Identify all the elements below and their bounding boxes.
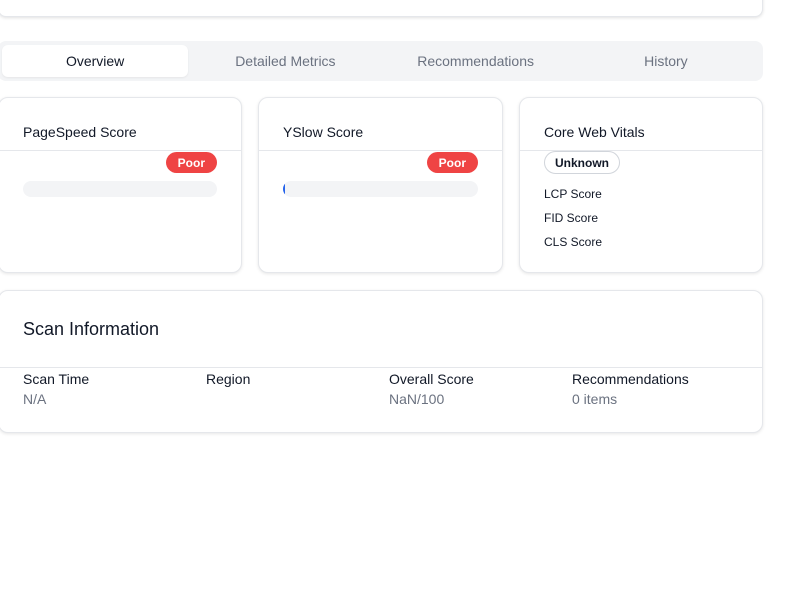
- overall-score-field: Overall Score NaN/100: [389, 371, 569, 407]
- scan-information-card: Scan Information Scan Time N/A Region Ov…: [0, 290, 763, 433]
- tab-recommendations[interactable]: Recommendations: [383, 45, 569, 77]
- region-label: Region: [206, 371, 251, 387]
- overall-score-label: Overall Score: [389, 371, 474, 387]
- yslow-status-badge: Poor: [426, 152, 478, 173]
- card-divider: [0, 150, 241, 151]
- yslow-title: YSlow Score: [283, 124, 364, 140]
- scan-time-label: Scan Time: [23, 371, 90, 387]
- core-web-vitals-status-badge: Unknown: [544, 151, 620, 174]
- tab-list: Overview Detailed Metrics Recommendation…: [0, 41, 763, 81]
- pagespeed-progress-bar: [23, 181, 217, 197]
- card-divider: [0, 367, 762, 368]
- core-web-vitals-card: Core Web Vitals Unknown LCP Score FID Sc…: [519, 97, 763, 273]
- scan-time-field: Scan Time N/A: [23, 371, 203, 407]
- overall-score-value: NaN/100: [389, 391, 445, 407]
- top-card: [0, 0, 763, 17]
- core-web-vitals-title: Core Web Vitals: [544, 124, 645, 140]
- recommendations-field: Recommendations 0 items: [572, 371, 752, 407]
- region-field: Region: [206, 371, 386, 391]
- tab-history[interactable]: History: [573, 45, 759, 77]
- scan-time-value: N/A: [23, 391, 47, 407]
- yslow-progress-bar: [283, 181, 478, 197]
- pagespeed-status-badge: Poor: [165, 152, 217, 173]
- card-divider: [259, 150, 502, 151]
- tab-overview[interactable]: Overview: [2, 45, 189, 77]
- yslow-card: YSlow Score Poor: [258, 97, 503, 273]
- fid-score-label: FID Score: [544, 211, 599, 225]
- pagespeed-title: PageSpeed Score: [23, 124, 137, 140]
- scan-information-title: Scan Information: [23, 319, 160, 339]
- pagespeed-card: PageSpeed Score Poor: [0, 97, 242, 273]
- tab-detailed-metrics[interactable]: Detailed Metrics: [192, 45, 378, 77]
- recommendations-value: 0 items: [572, 391, 618, 407]
- lcp-score-label: LCP Score: [544, 187, 602, 201]
- recommendations-label: Recommendations: [572, 371, 689, 387]
- yslow-progress-fill: [283, 181, 285, 197]
- cls-score-label: CLS Score: [544, 235, 603, 249]
